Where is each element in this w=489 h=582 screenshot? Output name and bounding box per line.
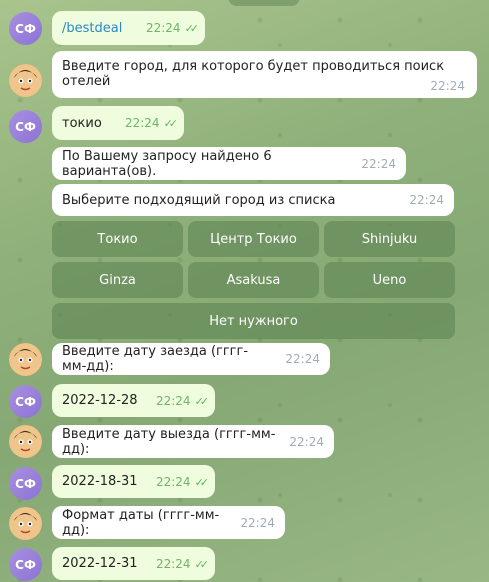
keyboard-button-ginza[interactable]: Ginza — [52, 262, 183, 298]
read-checks-icon: ✓✓ — [163, 117, 179, 130]
message-text: По Вашему запросу найдено 6 варианта(ов)… — [62, 148, 272, 179]
message-text: 2022-18-31 — [62, 474, 138, 489]
keyboard-button-tokyo-center[interactable]: Центр Токио — [188, 221, 319, 257]
message-time: 22:24 — [409, 193, 444, 207]
message-time: 22:24 ✓✓ — [155, 556, 210, 571]
keyboard-button-ueno[interactable]: Ueno — [324, 262, 455, 298]
message-text: Выберите подходящий город из списка — [62, 192, 336, 208]
keyboard-button-shinjuku[interactable]: Shinjuku — [324, 221, 455, 257]
message-bubble[interactable]: Введите дату выезда (гггг-мм-дд): 22:24 — [52, 425, 334, 458]
read-checks-icon: ✓✓ — [194, 475, 210, 489]
message-time: 22:24 — [361, 156, 396, 171]
girl-avatar-icon — [9, 507, 42, 540]
message-bubble[interactable]: Выберите подходящий город из списка 22:2… — [52, 184, 454, 216]
message-bubble[interactable]: 2022-12-31 22:24 ✓✓ — [52, 547, 215, 580]
message-text: Формат даты (гггг-мм-дд): — [62, 507, 220, 538]
message-text: Введите дату выезда (гггг-мм-дд): — [62, 426, 276, 457]
keyboard-button-asakusa[interactable]: Asakusa — [188, 262, 319, 298]
keyboard-button-none[interactable]: Нет нужного — [52, 303, 455, 339]
message-time: 22:24 ✓✓ — [155, 474, 210, 489]
message-time: 22:24 — [285, 352, 320, 366]
command-link[interactable]: /bestdeal — [62, 21, 122, 36]
user-avatar[interactable]: СФ — [9, 467, 42, 500]
message-bubble[interactable]: токио 22:24 ✓✓ — [52, 106, 184, 140]
girl-avatar-icon — [9, 425, 42, 458]
message-time: 22:24 ✓✓ — [155, 393, 210, 408]
message-bubble[interactable]: 2022-18-31 22:24 ✓✓ — [52, 465, 215, 498]
girl-avatar-icon — [9, 343, 42, 376]
keyboard-button-tokyo[interactable]: Токио — [52, 221, 183, 257]
user-avatar[interactable]: СФ — [9, 110, 42, 143]
message-text: Введите город, для которого будет провод… — [62, 59, 445, 89]
message-bubble[interactable]: Введите город, для которого будет провод… — [52, 51, 477, 98]
message-time: 22:24 ✓✓ — [145, 21, 200, 35]
user-avatar[interactable]: СФ — [9, 385, 42, 418]
bot-avatar[interactable] — [9, 425, 42, 458]
user-avatar[interactable]: СФ — [9, 548, 42, 581]
message-time: 22:24 — [430, 79, 465, 93]
message-text: токио — [62, 115, 102, 131]
message-bubble[interactable]: 2022-12-28 22:24 ✓✓ — [52, 384, 215, 417]
message-bubble[interactable]: /bestdeal 22:24 ✓✓ — [52, 11, 205, 45]
date-pill — [228, 0, 300, 6]
read-checks-icon: ✓✓ — [194, 557, 210, 571]
message-text: Введите дату заезда (гггг-мм-дд): — [62, 344, 249, 374]
message-time: 22:24 — [289, 434, 324, 449]
read-checks-icon: ✓✓ — [184, 22, 200, 35]
message-bubble[interactable]: Формат даты (гггг-мм-дд): 22:24 — [52, 506, 285, 539]
message-text: 2022-12-31 — [62, 556, 138, 571]
read-checks-icon: ✓✓ — [194, 394, 210, 408]
bot-avatar[interactable] — [9, 507, 42, 540]
girl-avatar-icon — [9, 64, 42, 97]
message-bubble[interactable]: По Вашему запросу найдено 6 варианта(ов)… — [52, 147, 406, 180]
message-time: 22:24 ✓✓ — [124, 116, 179, 130]
message-bubble[interactable]: Введите дату заезда (гггг-мм-дд): 22:24 — [52, 343, 330, 375]
bot-avatar[interactable] — [9, 343, 42, 376]
message-text: 2022-12-28 — [62, 393, 138, 408]
bot-avatar[interactable] — [9, 64, 42, 97]
message-time: 22:24 — [240, 515, 275, 530]
user-avatar[interactable]: СФ — [9, 12, 42, 45]
